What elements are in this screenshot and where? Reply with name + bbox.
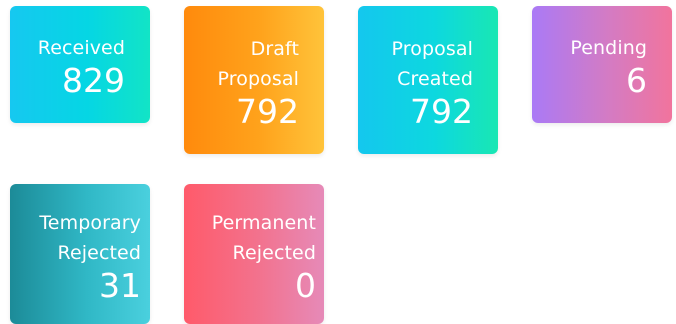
temporary-rejected-label-line-2: Rejected [57, 242, 141, 264]
permanent-rejected-card[interactable]: Permanent Rejected 0 [184, 184, 324, 324]
proposal-created-label-line-1: Proposal [391, 38, 473, 60]
temporary-rejected-count: 31 [99, 266, 141, 305]
proposal-created-card[interactable]: Proposal Created 792 [358, 6, 498, 154]
proposal-created-count: 792 [410, 92, 473, 131]
permanent-rejected-count: 0 [295, 266, 316, 305]
draft-proposal-count: 792 [236, 92, 299, 131]
received-card[interactable]: Received 829 [10, 6, 150, 123]
draft-proposal-card[interactable]: Draft Proposal 792 [184, 6, 324, 154]
received-count: 829 [62, 61, 125, 100]
proposal-created-label-line-2: Created [397, 68, 473, 90]
temporary-rejected-label-line-1: Temporary [39, 212, 141, 234]
pending-label: Pending [570, 37, 647, 59]
permanent-rejected-label-line-2: Rejected [232, 242, 316, 264]
temporary-rejected-card[interactable]: Temporary Rejected 31 [10, 184, 150, 324]
received-label: Received [37, 37, 125, 59]
permanent-rejected-label-line-1: Permanent [211, 212, 316, 234]
pending-count: 6 [626, 61, 647, 100]
draft-proposal-label-line-1: Draft [250, 38, 299, 60]
pending-card[interactable]: Pending 6 [532, 6, 672, 123]
draft-proposal-label-line-2: Proposal [217, 68, 299, 90]
